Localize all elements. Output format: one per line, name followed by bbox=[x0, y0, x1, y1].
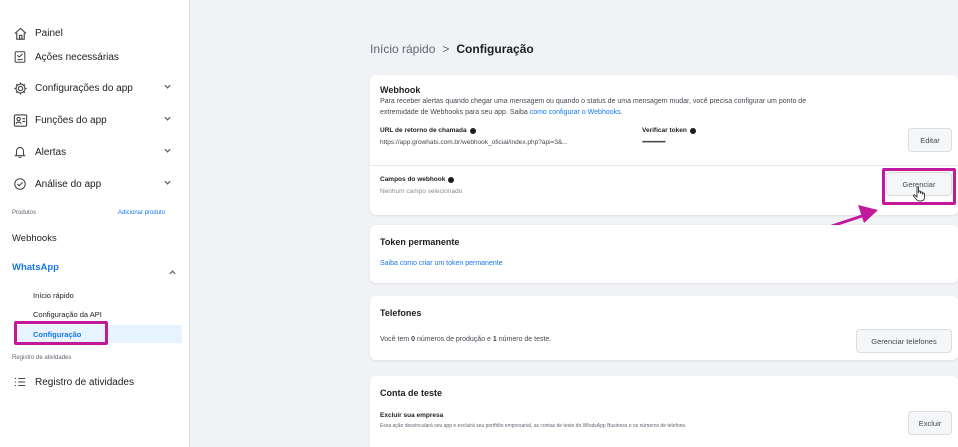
sidebar-item-acoes[interactable]: Ações necessárias bbox=[12, 45, 181, 69]
callback-url-label: URL de retorno de chamada bbox=[380, 127, 476, 134]
manage-phones-button[interactable]: Gerenciar telefones bbox=[856, 329, 952, 353]
info-icon bbox=[448, 176, 455, 183]
breadcrumb-separator: > bbox=[442, 42, 450, 56]
webhook-fields-value: Nenhum campo selecionado bbox=[380, 188, 463, 195]
chevron-down-icon bbox=[163, 114, 173, 124]
sidebar-item-configuracoes-app[interactable]: Configurações do app bbox=[12, 76, 181, 100]
divider bbox=[370, 165, 958, 166]
chevron-up-icon[interactable] bbox=[168, 264, 178, 275]
phones-text: Você tem bbox=[380, 336, 412, 343]
delete-button[interactable]: Excluir bbox=[908, 411, 952, 435]
sidebar: Painel Ações necessárias Configurações d… bbox=[0, 0, 190, 447]
sidebar-item-painel[interactable]: Painel bbox=[12, 21, 181, 45]
info-icon bbox=[469, 127, 476, 134]
breadcrumb-current: Configuração bbox=[456, 42, 534, 56]
configure-webhooks-link[interactable]: como configurar o Webhooks bbox=[530, 109, 621, 116]
chevron-down-icon bbox=[163, 82, 173, 92]
checklist-icon bbox=[12, 49, 28, 65]
add-product-link[interactable]: Adicionar produto bbox=[118, 210, 165, 216]
verify-token-value: •••••••••••••••••• bbox=[642, 139, 666, 146]
hand-cursor-icon bbox=[912, 186, 925, 202]
phones-text: número de teste. bbox=[496, 336, 552, 343]
sidebar-item-label: Painel bbox=[35, 27, 63, 39]
test-account-card: Conta de teste Excluir sua empresa Essa … bbox=[370, 376, 958, 447]
delete-company-description: Essa ação desvinculará seu app e excluir… bbox=[380, 423, 687, 429]
create-token-link[interactable]: Saiba como criar um token permanente bbox=[380, 258, 503, 269]
sidebar-item-registro-atividades[interactable]: Registro de atividades bbox=[12, 370, 181, 394]
sidebar-item-label: Registro de atividades bbox=[35, 376, 134, 388]
sidebar-subitem-inicio-rapido[interactable]: Início rápido bbox=[33, 291, 74, 300]
token-title: Token permanente bbox=[380, 237, 460, 247]
sidebar-subitem-configuracao-api[interactable]: Configuração da API bbox=[33, 310, 102, 319]
sidebar-item-funcoes-app[interactable]: Funções do app bbox=[12, 108, 181, 132]
sidebar-item-alertas[interactable]: Alertas bbox=[12, 140, 181, 164]
sidebar-item-webhooks[interactable]: Webhooks bbox=[12, 233, 57, 244]
phones-title: Telefones bbox=[380, 308, 422, 318]
webhook-title: Webhook bbox=[380, 85, 421, 95]
sidebar-item-whatsapp[interactable]: WhatsApp bbox=[12, 262, 59, 273]
delete-company-label: Excluir sua empresa bbox=[380, 412, 444, 419]
callback-url-value: https://app.growhats.com.br/webhook_ofic… bbox=[380, 139, 568, 146]
verify-token-label: Verificar token bbox=[642, 127, 696, 134]
sidebar-item-label: Funções do app bbox=[35, 114, 107, 126]
highlight-box-configuracao bbox=[14, 321, 108, 345]
sidebar-item-analise-app[interactable]: Análise do app bbox=[12, 172, 181, 196]
test-account-title: Conta de teste bbox=[380, 388, 443, 398]
sidebar-item-label: Ações necessárias bbox=[35, 51, 119, 63]
chevron-down-icon bbox=[163, 146, 173, 156]
roles-icon bbox=[12, 112, 28, 128]
sidebar-item-label: Análise do app bbox=[35, 178, 102, 190]
phones-summary: Você tem 0 números de produção e 1 númer… bbox=[380, 334, 551, 345]
webhook-fields-label-text: Campos do webhook bbox=[380, 176, 446, 183]
home-icon bbox=[12, 25, 28, 41]
sidebar-item-label: Alertas bbox=[35, 146, 67, 158]
callback-url-label-text: URL de retorno de chamada bbox=[380, 127, 467, 134]
activity-section-label: Registro de atividades bbox=[12, 355, 72, 361]
webhook-fields-label: Campos do webhook bbox=[380, 176, 455, 183]
edit-button[interactable]: Editar bbox=[908, 128, 952, 152]
verify-token-label-text: Verificar token bbox=[642, 127, 687, 134]
list-icon bbox=[12, 374, 28, 390]
chevron-down-icon bbox=[163, 178, 173, 188]
products-section-label: Produtos bbox=[12, 210, 37, 216]
webhook-card: Webhook Para receber alertas quando cheg… bbox=[370, 75, 958, 215]
phones-text: números de produção e bbox=[415, 336, 493, 343]
webhook-desc-end: . bbox=[620, 109, 623, 116]
webhook-description-line2: extremidade de Webhooks para seu app. Sa… bbox=[380, 107, 623, 118]
breadcrumb-root[interactable]: Início rápido bbox=[370, 42, 435, 56]
info-icon bbox=[689, 127, 696, 134]
sidebar-item-label: Configurações do app bbox=[35, 82, 133, 94]
webhook-description-line1: Para receber alertas quando chegar uma m… bbox=[380, 98, 807, 105]
check-circle-icon bbox=[12, 176, 28, 192]
token-card: Token permanente Saiba como criar um tok… bbox=[370, 225, 958, 283]
breadcrumb: Início rápido > Configuração bbox=[370, 42, 534, 56]
phones-card: Telefones Você tem 0 números de produção… bbox=[370, 296, 958, 360]
webhook-desc-text: extremidade de Webhooks para seu app. Sa… bbox=[380, 109, 530, 116]
bell-icon bbox=[12, 144, 28, 160]
gear-icon bbox=[12, 80, 28, 96]
